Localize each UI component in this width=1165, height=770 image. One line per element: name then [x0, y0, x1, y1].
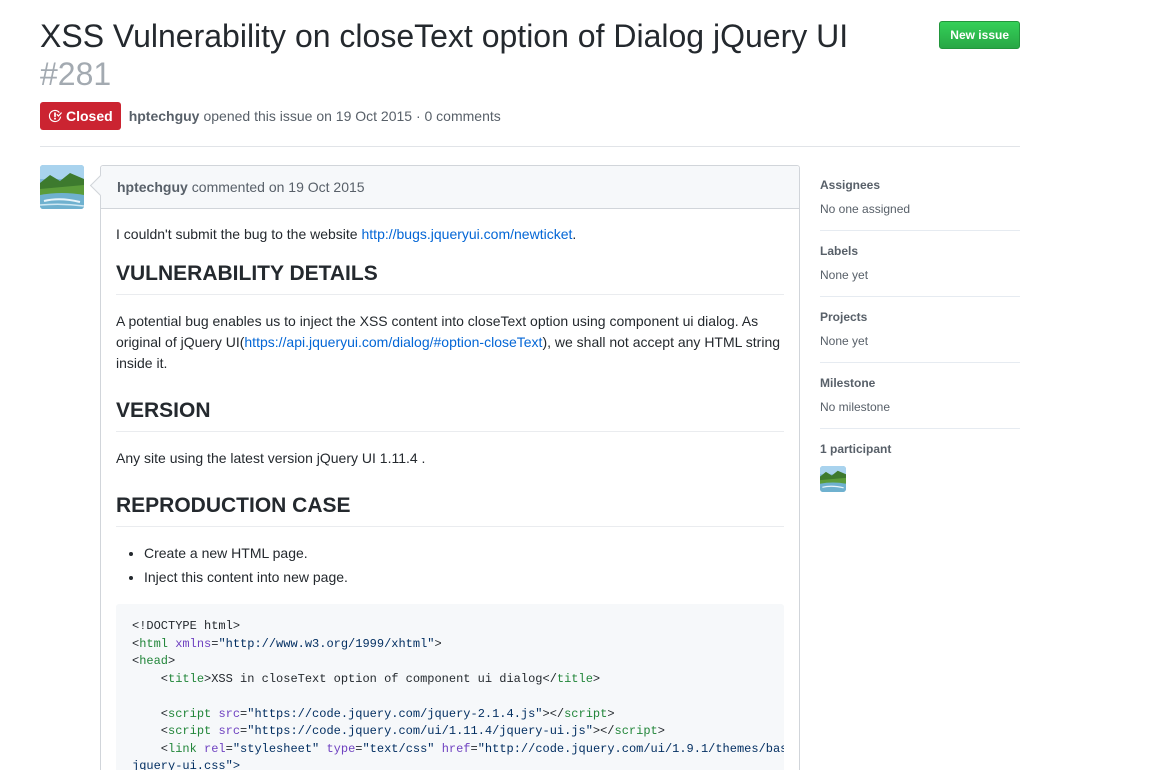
code-string: "text/css" [362, 741, 435, 756]
participant-avatar[interactable] [820, 466, 846, 492]
sidebar-value: None yet [820, 334, 869, 348]
version-paragraph: Any site using the latest version jQuery… [116, 450, 426, 466]
code-tag: title [168, 671, 205, 686]
intro-paragraph: I couldn't submit the bug to the website… [116, 224, 784, 245]
bug-tracker-link[interactable]: http://bugs.jqueryui.com/newticket [362, 226, 573, 242]
issue-sidebar: Assignees No one assigned Labels None ye… [820, 165, 1020, 506]
sidebar-value: No milestone [820, 400, 891, 414]
repro-list: Create a new HTML page. Inject this cont… [144, 543, 784, 588]
sidebar-title: Projects [820, 310, 868, 324]
comment-box: hptechguy commented on 19 Oct 2015 I cou… [100, 165, 800, 770]
sidebar-labels[interactable]: Labels None yet [820, 231, 1020, 297]
issue-title-text: XSS Vulnerability on closeText option of… [40, 18, 849, 54]
heading-reproduction-case: REPRODUCTION CASE [116, 493, 784, 527]
comment-header: hptechguy commented on 19 Oct 2015 [101, 166, 799, 209]
code-string: "stylesheet" [232, 741, 320, 756]
issue-closed-icon [48, 109, 62, 123]
code-string: jquery-ui.css"> [132, 759, 241, 770]
code-string: "http://www.w3.org/1999/xhtml" [218, 636, 435, 651]
comment-body: I couldn't submit the bug to the website… [101, 209, 799, 770]
sidebar-title: Milestone [820, 376, 876, 390]
list-item: Create a new HTML page. [144, 543, 784, 564]
avatar-landscape-icon [40, 165, 84, 209]
sidebar-milestone[interactable]: Milestone No milestone [820, 363, 1020, 429]
new-issue-button[interactable]: New issue [939, 21, 1020, 49]
intro-text: I couldn't submit the bug to the website [116, 226, 362, 242]
comment-date[interactable]: commented on 19 Oct 2015 [192, 179, 365, 195]
issue-number: #281 [40, 56, 112, 92]
sidebar-projects[interactable]: Projects None yet [820, 297, 1020, 363]
code-text: XSS in closeText option of component ui … [211, 671, 543, 686]
code-string: "https://code.jquery.com/jquery-2.1.4.js… [247, 706, 543, 721]
code-attr: xmlns [175, 636, 212, 651]
sidebar-participants: 1 participant [820, 429, 1020, 506]
sidebar-title: 1 participant [820, 442, 892, 456]
issue-title: XSS Vulnerability on closeText option of… [40, 16, 920, 56]
sidebar-title: Assignees [820, 178, 881, 192]
list-item: Inject this content into new page. [144, 567, 784, 588]
issue-author-link[interactable]: hptechguy [129, 108, 200, 124]
avatar[interactable] [40, 165, 84, 209]
code-block: <!DOCTYPE html> <html xmlns="http://www.… [116, 604, 784, 770]
status-label: Closed [66, 108, 113, 124]
code-string: "http://code.jquery.com/ui/1.9.1/themes/… [477, 741, 784, 756]
heading-vulnerability-details: VULNERABILITY DETAILS [116, 261, 784, 295]
sidebar-assignees[interactable]: Assignees No one assigned [820, 165, 1020, 231]
issue-opened-text: opened this issue on 19 Oct 2015 · 0 com… [203, 108, 501, 124]
code-line: <!DOCTYPE html> [132, 619, 241, 633]
api-doc-link[interactable]: https://api.jqueryui.com/dialog/#option-… [244, 334, 542, 350]
heading-version: VERSION [116, 398, 784, 432]
header-divider [40, 146, 1020, 147]
status-badge: Closed [40, 102, 121, 130]
issue-header: XSS Vulnerability on closeText option of… [40, 16, 1020, 130]
sidebar-value: No one assigned [820, 202, 911, 216]
sidebar-title: Labels [820, 244, 859, 258]
intro-end: . [572, 226, 577, 242]
issue-meta: Closed hptechguy opened this issue on 19… [40, 102, 1020, 130]
avatar-landscape-icon [820, 466, 846, 492]
code-tag: head [139, 654, 169, 668]
details-paragraph: A potential bug enables us to inject the… [116, 311, 784, 374]
code-tag: title [556, 671, 593, 686]
sidebar-value: None yet [820, 268, 869, 282]
comment-author-link[interactable]: hptechguy [117, 179, 188, 195]
code-string: "https://code.jquery.com/ui/1.11.4/jquer… [247, 724, 593, 738]
code-tag: html [139, 636, 169, 651]
